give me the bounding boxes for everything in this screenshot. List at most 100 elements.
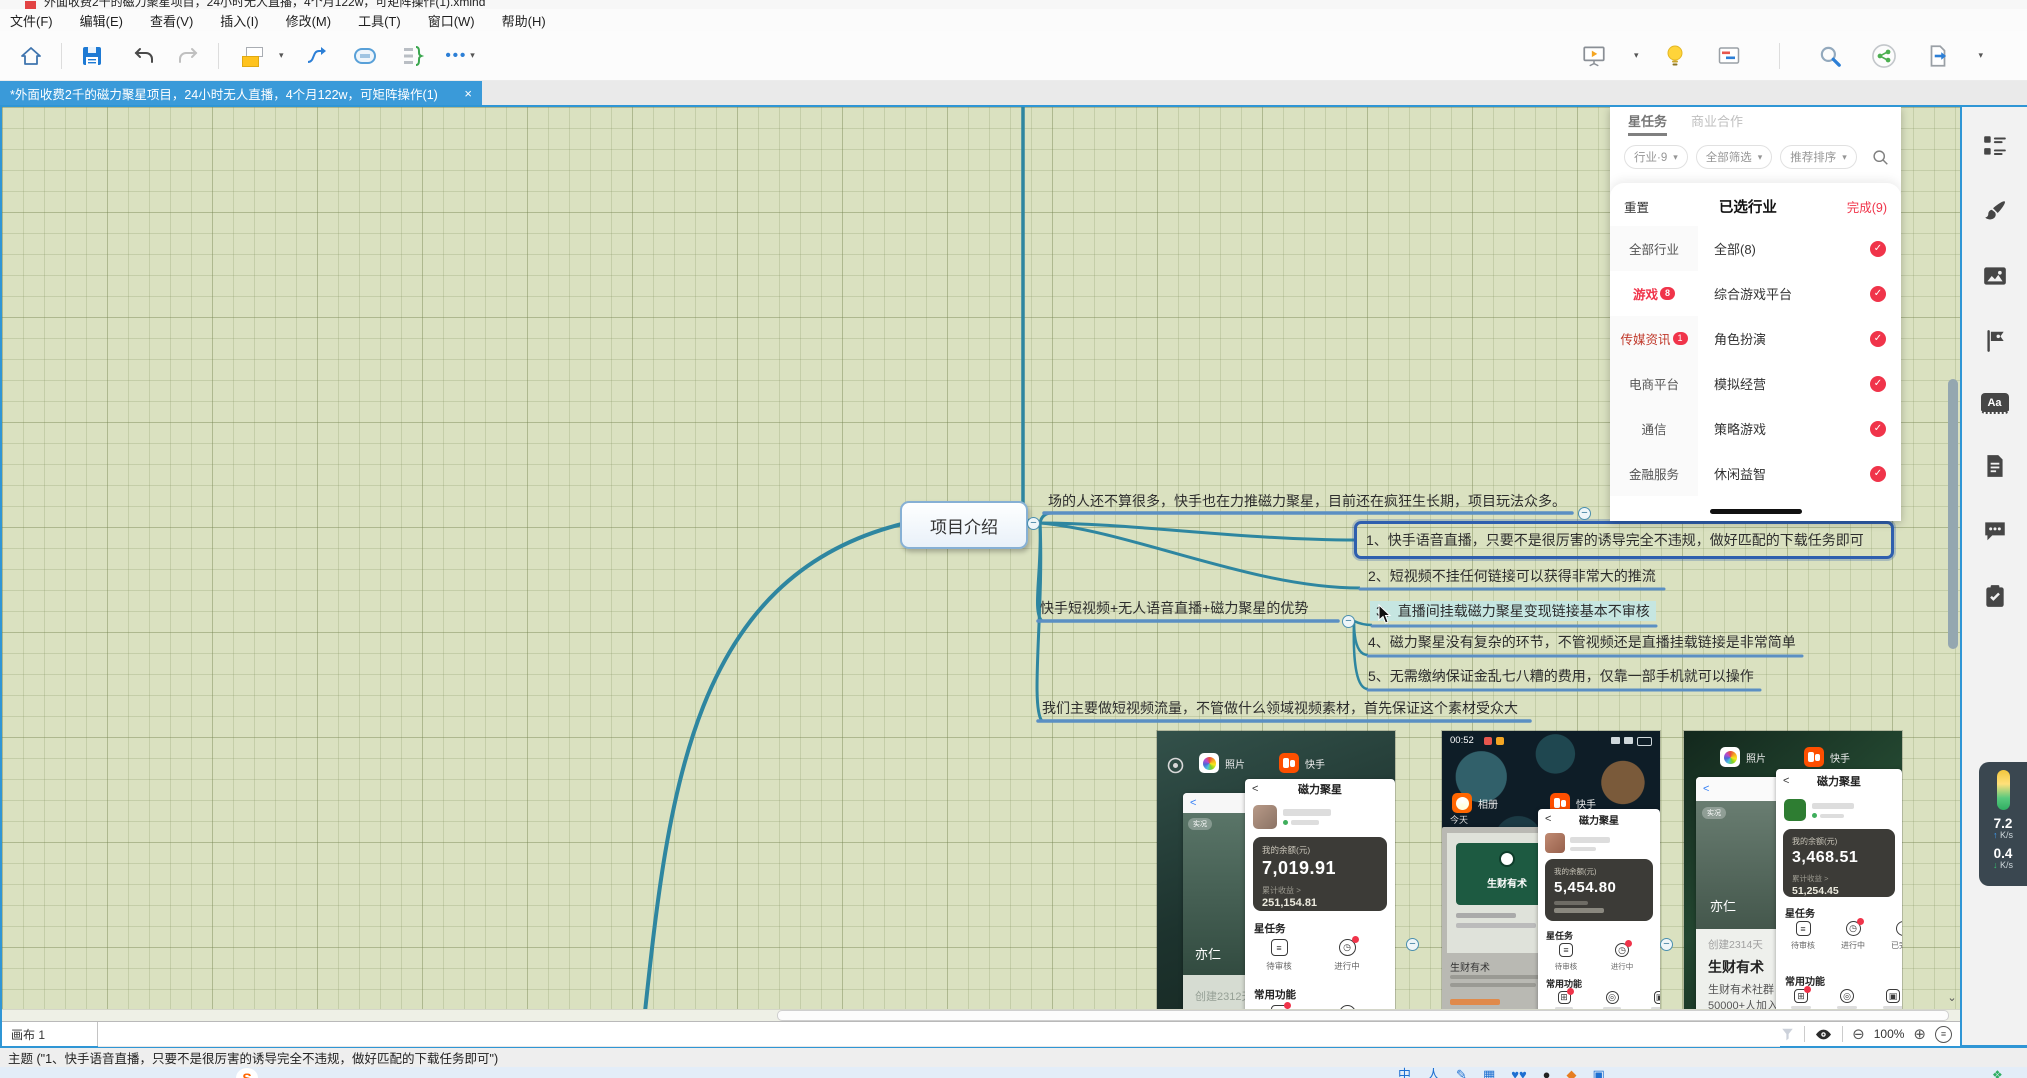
more-caret-icon[interactable]: ▾: [470, 50, 475, 61]
gantt-icon[interactable]: [1712, 39, 1746, 73]
tab-star-tasks[interactable]: 星任务: [1628, 111, 1667, 136]
menu-view[interactable]: 查看(V): [150, 11, 193, 30]
tab-business[interactable]: 商业合作: [1691, 111, 1743, 136]
export-icon[interactable]: [1921, 39, 1955, 73]
filter-sort[interactable]: 推荐排序▾: [1780, 145, 1857, 169]
relationship-icon[interactable]: [300, 39, 334, 73]
topic-point-2[interactable]: 2、短视频不挂任何链接可以获得非常大的推流: [1368, 566, 1656, 586]
category-media[interactable]: 传媒资讯1: [1610, 316, 1698, 361]
format-brush-icon[interactable]: [1982, 198, 2008, 224]
common-title: 常用功能: [1546, 977, 1582, 990]
filter-industry[interactable]: 行业·9▾: [1624, 145, 1688, 169]
balance-label: 我的余额(元): [1554, 866, 1644, 877]
structure-icon[interactable]: [242, 46, 276, 66]
label-icon[interactable]: Aa: [1981, 393, 2009, 414]
menu-modify[interactable]: 修改(M): [286, 11, 332, 30]
menu-tools[interactable]: 工具(T): [358, 11, 401, 30]
done-button[interactable]: 完成(9): [1847, 197, 1887, 216]
option-row[interactable]: 策略游戏✓: [1698, 406, 1901, 451]
category-all[interactable]: 全部行业: [1610, 226, 1698, 271]
save-icon[interactable]: [75, 39, 109, 73]
phone-screenshot-2[interactable]: 00:52 相册 快手 今天: [1442, 731, 1660, 1017]
phone-screenshot-1[interactable]: 照片 快手 < 实况 亦仁 创建2312天 <: [1157, 731, 1395, 1017]
canvas-menu-icon[interactable]: ≡: [1935, 1026, 1952, 1043]
scroll-down-icon[interactable]: ⌄: [1946, 991, 1958, 1004]
menu-help[interactable]: 帮助(H): [502, 11, 546, 30]
eye-icon[interactable]: [1814, 1027, 1833, 1042]
presentation-caret-icon[interactable]: ▾: [1634, 50, 1639, 61]
mindmap-canvas[interactable]: 项目介绍 − 场的人还不算很多，快手也在力推磁力聚星，目前还在疯狂生长期，项目玩…: [2, 107, 1960, 1021]
search-icon[interactable]: [1813, 39, 1847, 73]
menu-window[interactable]: 窗口(W): [428, 11, 475, 30]
check-icon: ✓: [1870, 376, 1886, 392]
summary-icon[interactable]: [396, 39, 430, 73]
collapse-icon[interactable]: −: [1342, 615, 1355, 628]
filter-icon[interactable]: [1780, 1026, 1795, 1042]
option-row[interactable]: 休闲益智✓: [1698, 451, 1901, 496]
presentation-icon[interactable]: [1577, 39, 1611, 73]
topic-point-3[interactable]: 3、直播间挂载磁力聚星变现链接基本不审核: [1370, 601, 1656, 621]
undo-icon[interactable]: [127, 39, 161, 73]
check-icon: ✓: [1870, 331, 1886, 347]
option-row[interactable]: 角色扮演✓: [1698, 316, 1901, 361]
task-icon[interactable]: [1982, 583, 2008, 609]
more-tools-button[interactable]: •••: [446, 47, 468, 64]
root-topic[interactable]: 项目介绍: [900, 501, 1028, 549]
collapse-icon[interactable]: −: [1027, 517, 1040, 530]
comment-icon[interactable]: [1982, 518, 2008, 544]
redo-icon[interactable]: [171, 39, 205, 73]
menu-file[interactable]: 文件(F): [10, 11, 53, 30]
topic-point-5[interactable]: 5、无需缴纳保证金乱七八糟的费用，仅靠一部手机就可以操作: [1368, 666, 1754, 686]
collapse-icon[interactable]: −: [1578, 507, 1591, 520]
photos-app-icon: [1720, 747, 1740, 767]
zoom-in-icon[interactable]: ⊕: [1913, 1025, 1926, 1043]
option-row[interactable]: 全部(8)✓: [1698, 226, 1901, 271]
option-row[interactable]: 综合游戏平台✓: [1698, 271, 1901, 316]
network-monitor-overlay: 7.2 ↑ K/s 0.4 ↓ K/s: [1979, 762, 2027, 886]
notes-icon[interactable]: [1982, 453, 2008, 479]
reset-button[interactable]: 重置: [1624, 197, 1649, 216]
horizontal-scrollbar[interactable]: [777, 1010, 1949, 1021]
sogou-icon[interactable]: S: [236, 1068, 258, 1078]
lightbulb-icon[interactable]: [1658, 39, 1692, 73]
pending-icon: ≡: [1271, 939, 1288, 956]
taskbar-green-icon[interactable]: ❖: [1992, 1068, 2003, 1078]
vertical-scrollbar[interactable]: [1948, 379, 1958, 649]
topic-strategy[interactable]: 我们主要做短视频流量，不管做什么领域视频素材，首先保证这个素材受众大: [1042, 698, 1518, 718]
category-telecom[interactable]: 通信: [1610, 406, 1698, 451]
canvas-tab[interactable]: 画布 1: [2, 1022, 98, 1046]
tab-close-icon[interactable]: ×: [464, 86, 472, 101]
search-icon[interactable]: [1872, 149, 1889, 166]
structure-caret-icon[interactable]: ▾: [279, 50, 284, 61]
category-ecommerce[interactable]: 电商平台: [1610, 361, 1698, 406]
home-icon[interactable]: [14, 39, 48, 73]
pending-icon: ≡: [1796, 921, 1811, 936]
canvas-tab-bar: 画布 1 ⊖ 100% ⊕ ≡: [2, 1021, 1960, 1046]
menu-insert[interactable]: 插入(I): [220, 11, 258, 30]
collapse-icon[interactable]: −: [1660, 938, 1673, 951]
topic-point-1-selected[interactable]: 1、快手语音直播，只要不是很厉害的诱导完全不违规，做好匹配的下载任务即可: [1354, 521, 1894, 559]
export-caret-icon[interactable]: ▾: [1978, 50, 1983, 61]
option-row[interactable]: 模拟经营✓: [1698, 361, 1901, 406]
image-icon[interactable]: [1982, 263, 2008, 289]
marker-flag-icon[interactable]: [1982, 328, 2008, 354]
taskbar-icons[interactable]: 中人✎ ▦♥♥● ◆▣: [1398, 1068, 1605, 1078]
check-icon: ✓: [1870, 466, 1886, 482]
category-games[interactable]: 游戏8: [1610, 271, 1698, 316]
topic-advantages[interactable]: 快手短视频+无人语音直播+磁力聚星的优势: [1040, 598, 1308, 618]
magnet-star-title: 磁力聚星: [1538, 812, 1660, 827]
share-icon[interactable]: [1867, 39, 1901, 73]
category-finance[interactable]: 金融服务: [1610, 451, 1698, 496]
filter-all[interactable]: 全部筛选▾: [1696, 145, 1773, 169]
menu-edit[interactable]: 编辑(E): [80, 11, 123, 30]
boundary-icon[interactable]: [348, 39, 382, 73]
zoom-out-icon[interactable]: ⊖: [1852, 1025, 1865, 1043]
outline-icon[interactable]: [1982, 133, 2008, 159]
taskbar-icon: ●: [1543, 1068, 1551, 1078]
document-tab[interactable]: *外面收费2千的磁力聚星项目，24小时无人直播，4个月122w，可矩阵操作(1)…: [0, 81, 482, 105]
topic-point-4[interactable]: 4、磁力聚星没有复杂的环节，不管视频还是直播挂载链接是非常简单: [1368, 632, 1796, 652]
collapse-icon[interactable]: −: [1406, 938, 1419, 951]
topic-market[interactable]: 场的人还不算很多，快手也在力推磁力聚星，目前还在疯狂生长期，项目玩法众多。: [1048, 491, 1566, 511]
phone-screenshot-3[interactable]: 照片 快手 < 实况 亦仁 创建2314天 生财有术 生财有术社群 5000: [1684, 731, 1902, 1017]
selected-industries-sheet: 重置 已选行业 完成(9) 全部行业 游戏8 传媒资讯1 电商平台 通信 金融服…: [1610, 183, 1901, 521]
